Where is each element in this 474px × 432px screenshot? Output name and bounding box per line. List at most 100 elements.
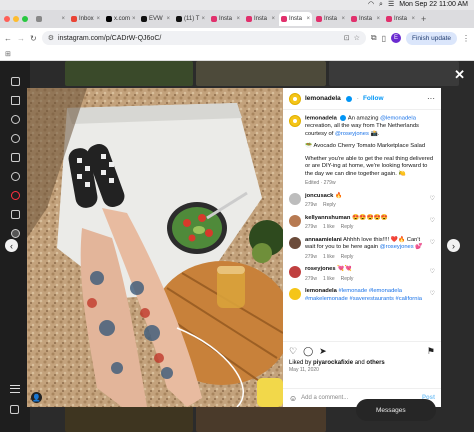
next-post-arrow-icon[interactable]: › (447, 239, 460, 252)
close-tab-icon[interactable]: × (341, 16, 345, 22)
save-bookmark-icon[interactable]: ⚑ (427, 346, 435, 357)
apps-grid-icon[interactable]: ⊞ (5, 51, 11, 58)
commenter-username[interactable]: joncusack (305, 193, 333, 199)
comment-likes[interactable]: 1 like (323, 276, 335, 284)
profile-icon[interactable] (10, 229, 20, 238)
browser-menu-icon[interactable]: ⋮ (462, 34, 470, 43)
more-options-icon[interactable]: ··· (427, 94, 435, 103)
reply-button[interactable]: Reply (341, 224, 354, 232)
address-bar[interactable]: ⚙ instagram.com/p/CADrW-QJ6oC/ ⊡ ☆ (41, 31, 366, 45)
maximize-window-button[interactable] (22, 16, 28, 22)
caption-username[interactable]: lemonadela (305, 116, 337, 122)
control-center-icon[interactable]: ☰ (388, 0, 394, 10)
comment-like-heart-icon[interactable]: ♡ (430, 291, 435, 299)
commenter-username[interactable]: annaamielani (305, 237, 342, 243)
create-icon[interactable] (10, 210, 20, 219)
reply-button[interactable]: Reply (341, 276, 354, 284)
close-tab-icon[interactable]: × (376, 16, 380, 22)
close-tab-icon[interactable]: × (306, 16, 310, 22)
commenter-avatar[interactable] (289, 288, 301, 301)
commenter-username[interactable]: lemonadela (305, 288, 337, 294)
back-icon[interactable]: ← (4, 34, 12, 43)
site-info-icon[interactable]: ⚙ (48, 34, 54, 42)
search-icon[interactable] (10, 115, 20, 124)
sidepanel-icon[interactable]: ▯ (382, 34, 386, 43)
commenter-avatar[interactable] (289, 266, 301, 279)
finish-update-button[interactable]: Finish update (405, 31, 457, 45)
comment-like-heart-icon[interactable]: ♡ (430, 218, 435, 226)
profile-avatar[interactable]: E (390, 33, 401, 43)
install-icon[interactable]: ⊡ (344, 34, 350, 42)
browser-tab[interactable]: Insta × (314, 12, 347, 26)
more-menu-icon[interactable] (10, 385, 20, 393)
caption-mention[interactable]: @roseyjones (335, 131, 369, 137)
like-heart-icon[interactable]: ♡ (289, 346, 297, 357)
browser-tab[interactable]: Insta × (244, 12, 277, 26)
close-modal-icon[interactable]: ✕ (454, 67, 465, 83)
minimize-window-button[interactable] (13, 16, 19, 22)
home-icon[interactable] (10, 96, 20, 105)
close-tab-icon[interactable]: × (411, 16, 415, 22)
comment-likes[interactable]: 1 like (323, 224, 335, 232)
commenter-avatar[interactable] (289, 214, 301, 227)
browser-tab[interactable]: Insta × (279, 12, 312, 26)
share-icon[interactable]: ➤ (319, 346, 327, 357)
browser-tab[interactable]: Insta × (349, 12, 382, 26)
comment-like-heart-icon[interactable]: ♡ (430, 269, 435, 277)
browser-tab[interactable]: Inbox × (69, 12, 102, 26)
close-tab-icon[interactable]: × (236, 16, 240, 22)
new-tab-button[interactable]: + (421, 14, 426, 24)
forward-icon[interactable]: → (17, 34, 25, 43)
liked-by-others-link[interactable]: others (366, 360, 384, 366)
close-tab-icon[interactable]: × (61, 16, 65, 22)
close-tab-icon[interactable]: × (201, 16, 205, 22)
wifi-icon[interactable]: ◠ (368, 0, 374, 10)
reply-button[interactable]: Reply (341, 254, 354, 262)
messenger-icon[interactable] (10, 172, 20, 181)
liked-by-user[interactable]: piyarockafixie (313, 360, 353, 366)
notifications-heart-icon[interactable] (10, 191, 20, 200)
comment-icon[interactable]: ◯ (303, 346, 313, 357)
close-tab-icon[interactable]: × (96, 16, 100, 22)
menubar-clock[interactable]: Mon Sep 22 11:00 AM (399, 0, 468, 10)
comment-likes[interactable]: 1 like (323, 254, 335, 262)
caption-avatar[interactable] (289, 115, 301, 127)
author-avatar[interactable] (289, 92, 301, 105)
emoji-picker-icon[interactable]: ☺ (289, 394, 297, 403)
browser-tab[interactable]: x.com × (104, 12, 137, 26)
close-tab-icon[interactable]: × (166, 16, 170, 22)
browser-tab[interactable]: (11) T × (174, 12, 207, 26)
commenter-avatar[interactable] (289, 192, 301, 205)
messages-pill[interactable]: Messages (356, 399, 436, 421)
follow-button[interactable]: Follow (363, 95, 384, 102)
commenter-username[interactable]: roseyjones (305, 266, 336, 272)
bookmark-star-icon[interactable]: ☆ (354, 34, 360, 42)
comment-like-heart-icon[interactable]: ♡ (430, 240, 435, 248)
browser-tab[interactable]: Insta × (209, 12, 242, 26)
tagged-users-icon[interactable]: 👤 (31, 392, 42, 403)
caption-mention[interactable]: @lemonadela (380, 116, 416, 122)
browser-tab[interactable]: EVW × (139, 12, 172, 26)
author-username[interactable]: lemonadela (305, 95, 341, 102)
post-date[interactable]: May 11, 2020 (289, 367, 435, 373)
previous-post-arrow-icon[interactable]: ‹ (5, 239, 18, 252)
reply-button[interactable]: Reply (323, 202, 336, 210)
commenter-username[interactable]: kellyannshuman (305, 215, 350, 221)
close-tab-icon[interactable]: × (132, 16, 136, 22)
post-photo[interactable]: 👤 (27, 88, 283, 407)
browser-tab[interactable]: Insta × (384, 12, 417, 26)
extensions-icon[interactable]: ⧉ (371, 33, 377, 43)
explore-icon[interactable] (10, 134, 20, 143)
search-icon[interactable]: ⌕ (379, 0, 383, 10)
close-tab-icon[interactable]: × (271, 16, 275, 22)
reels-icon[interactable] (10, 153, 20, 162)
also-from-meta-icon[interactable] (10, 405, 19, 414)
comment-like-heart-icon[interactable]: ♡ (430, 196, 435, 204)
add-comment-input[interactable]: Add a comment... (301, 395, 348, 401)
close-window-button[interactable] (4, 16, 10, 22)
instagram-logo-icon[interactable] (10, 77, 20, 86)
reload-icon[interactable]: ↻ (30, 34, 37, 43)
commenter-avatar[interactable] (289, 236, 301, 249)
browser-tab[interactable]: × (34, 12, 67, 26)
comment-mention[interactable]: @roseyjones (380, 244, 414, 250)
